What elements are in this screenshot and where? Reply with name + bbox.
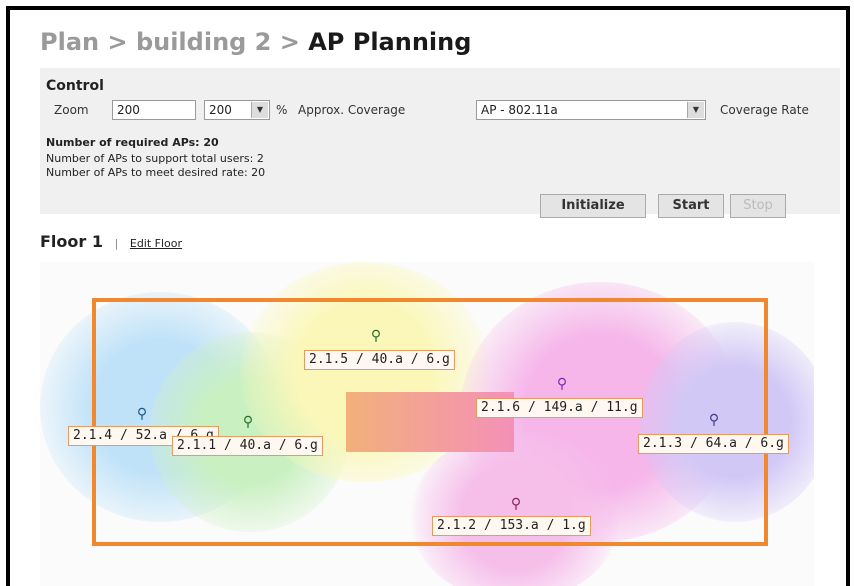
breadcrumb-plan[interactable]: Plan — [40, 28, 99, 56]
floor-title: Floor 1 — [40, 232, 103, 251]
access-point-icon[interactable]: ⚲ — [238, 412, 258, 432]
floor-map[interactable]: ⚲ 2.1.5 / 40.a / 6.g ⚲ 2.1.6 / 149.a / 1… — [40, 262, 814, 586]
control-panel: Control Zoom 200 ▼ % Approx. Coverage AP… — [40, 68, 840, 218]
ap-label[interactable]: 2.1.5 / 40.a / 6.g — [304, 350, 455, 370]
breadcrumb-separator: > — [107, 28, 128, 56]
control-heading: Control — [46, 78, 104, 94]
stop-button[interactable]: Stop — [730, 194, 786, 218]
access-point-icon[interactable]: ⚲ — [552, 374, 572, 394]
access-point-icon[interactable]: ⚲ — [506, 494, 526, 514]
floor-separator: | — [114, 237, 119, 250]
edit-floor-link[interactable]: Edit Floor — [130, 237, 182, 250]
required-aps: Number of required APs: 20 — [46, 136, 219, 149]
aps-total-users: Number of APs to support total users: 2 — [46, 152, 264, 165]
access-point-icon[interactable]: ⚲ — [132, 404, 152, 424]
access-point-icon[interactable]: ⚲ — [704, 410, 724, 430]
zoom-select[interactable]: 200 ▼ — [204, 100, 270, 120]
initialize-button[interactable]: Initialize — [540, 194, 646, 218]
chevron-down-icon[interactable]: ▼ — [251, 102, 268, 118]
ap-label[interactable]: 2.1.6 / 149.a / 11.g — [476, 398, 643, 418]
chevron-down-icon[interactable]: ▼ — [687, 102, 704, 118]
ap-label[interactable]: 2.1.2 / 153.a / 1.g — [432, 516, 591, 536]
breadcrumb-separator: > — [279, 28, 300, 56]
start-button[interactable]: Start — [658, 194, 724, 218]
breadcrumb: Plan > building 2 > AP Planning — [40, 28, 471, 56]
zoom-input[interactable] — [112, 100, 196, 120]
floor-header: Floor 1 | Edit Floor — [40, 232, 182, 251]
aps-desired-rate: Number of APs to meet desired rate: 20 — [46, 166, 266, 179]
access-point-icon[interactable]: ⚲ — [366, 326, 386, 346]
coverage-select-value: AP - 802.11a — [481, 103, 558, 117]
ap-label[interactable]: 2.1.1 / 40.a / 6.g — [172, 436, 323, 456]
zoom-select-value: 200 — [209, 103, 232, 117]
percent-label: % — [276, 103, 288, 117]
page-title: AP Planning — [308, 28, 472, 56]
ap-label[interactable]: 2.1.3 / 64.a / 6.g — [638, 434, 789, 454]
breadcrumb-building[interactable]: building 2 — [136, 28, 271, 56]
window-frame: Plan > building 2 > AP Planning Control … — [6, 6, 850, 586]
control-row: Zoom 200 ▼ % Approx. Coverage AP - 802.1… — [46, 100, 840, 122]
zoom-label: Zoom — [54, 103, 89, 117]
coverage-rate-label: Coverage Rate — [720, 103, 809, 117]
coverage-select[interactable]: AP - 802.11a ▼ — [476, 100, 706, 120]
coverage-label: Approx. Coverage — [298, 103, 406, 117]
